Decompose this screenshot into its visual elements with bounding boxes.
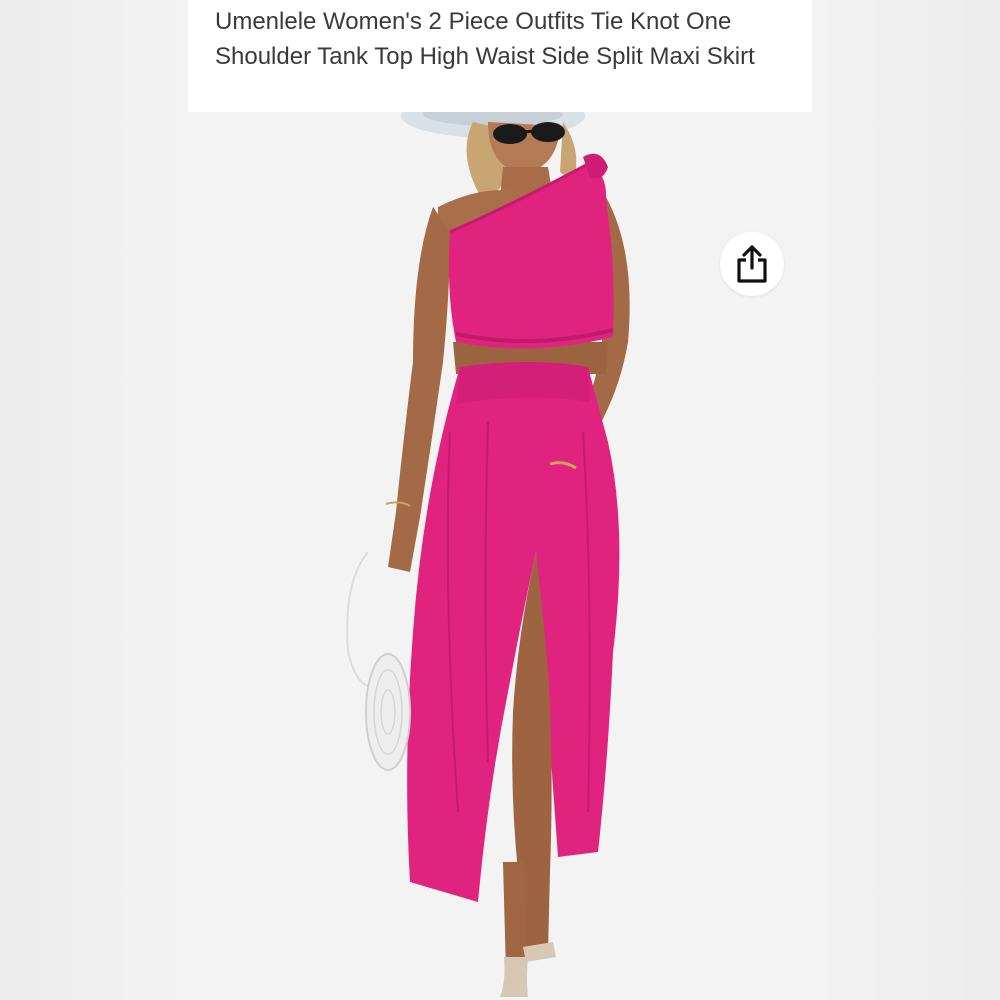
sandal <box>500 957 528 997</box>
product-card: Umenlele Women's 2 Piece Outfits Tie Kno… <box>188 0 812 1000</box>
product-title: Umenlele Women's 2 Piece Outfits Tie Kno… <box>215 8 755 70</box>
product-photo-illustration <box>344 112 630 997</box>
share-button[interactable] <box>720 232 784 296</box>
white-handbag <box>365 653 411 771</box>
background-right <box>812 0 1000 1000</box>
share-icon <box>737 245 767 283</box>
maxi-skirt <box>407 362 620 902</box>
sunglasses <box>493 124 527 144</box>
product-image[interactable] <box>188 112 812 1000</box>
background-left <box>0 0 188 1000</box>
